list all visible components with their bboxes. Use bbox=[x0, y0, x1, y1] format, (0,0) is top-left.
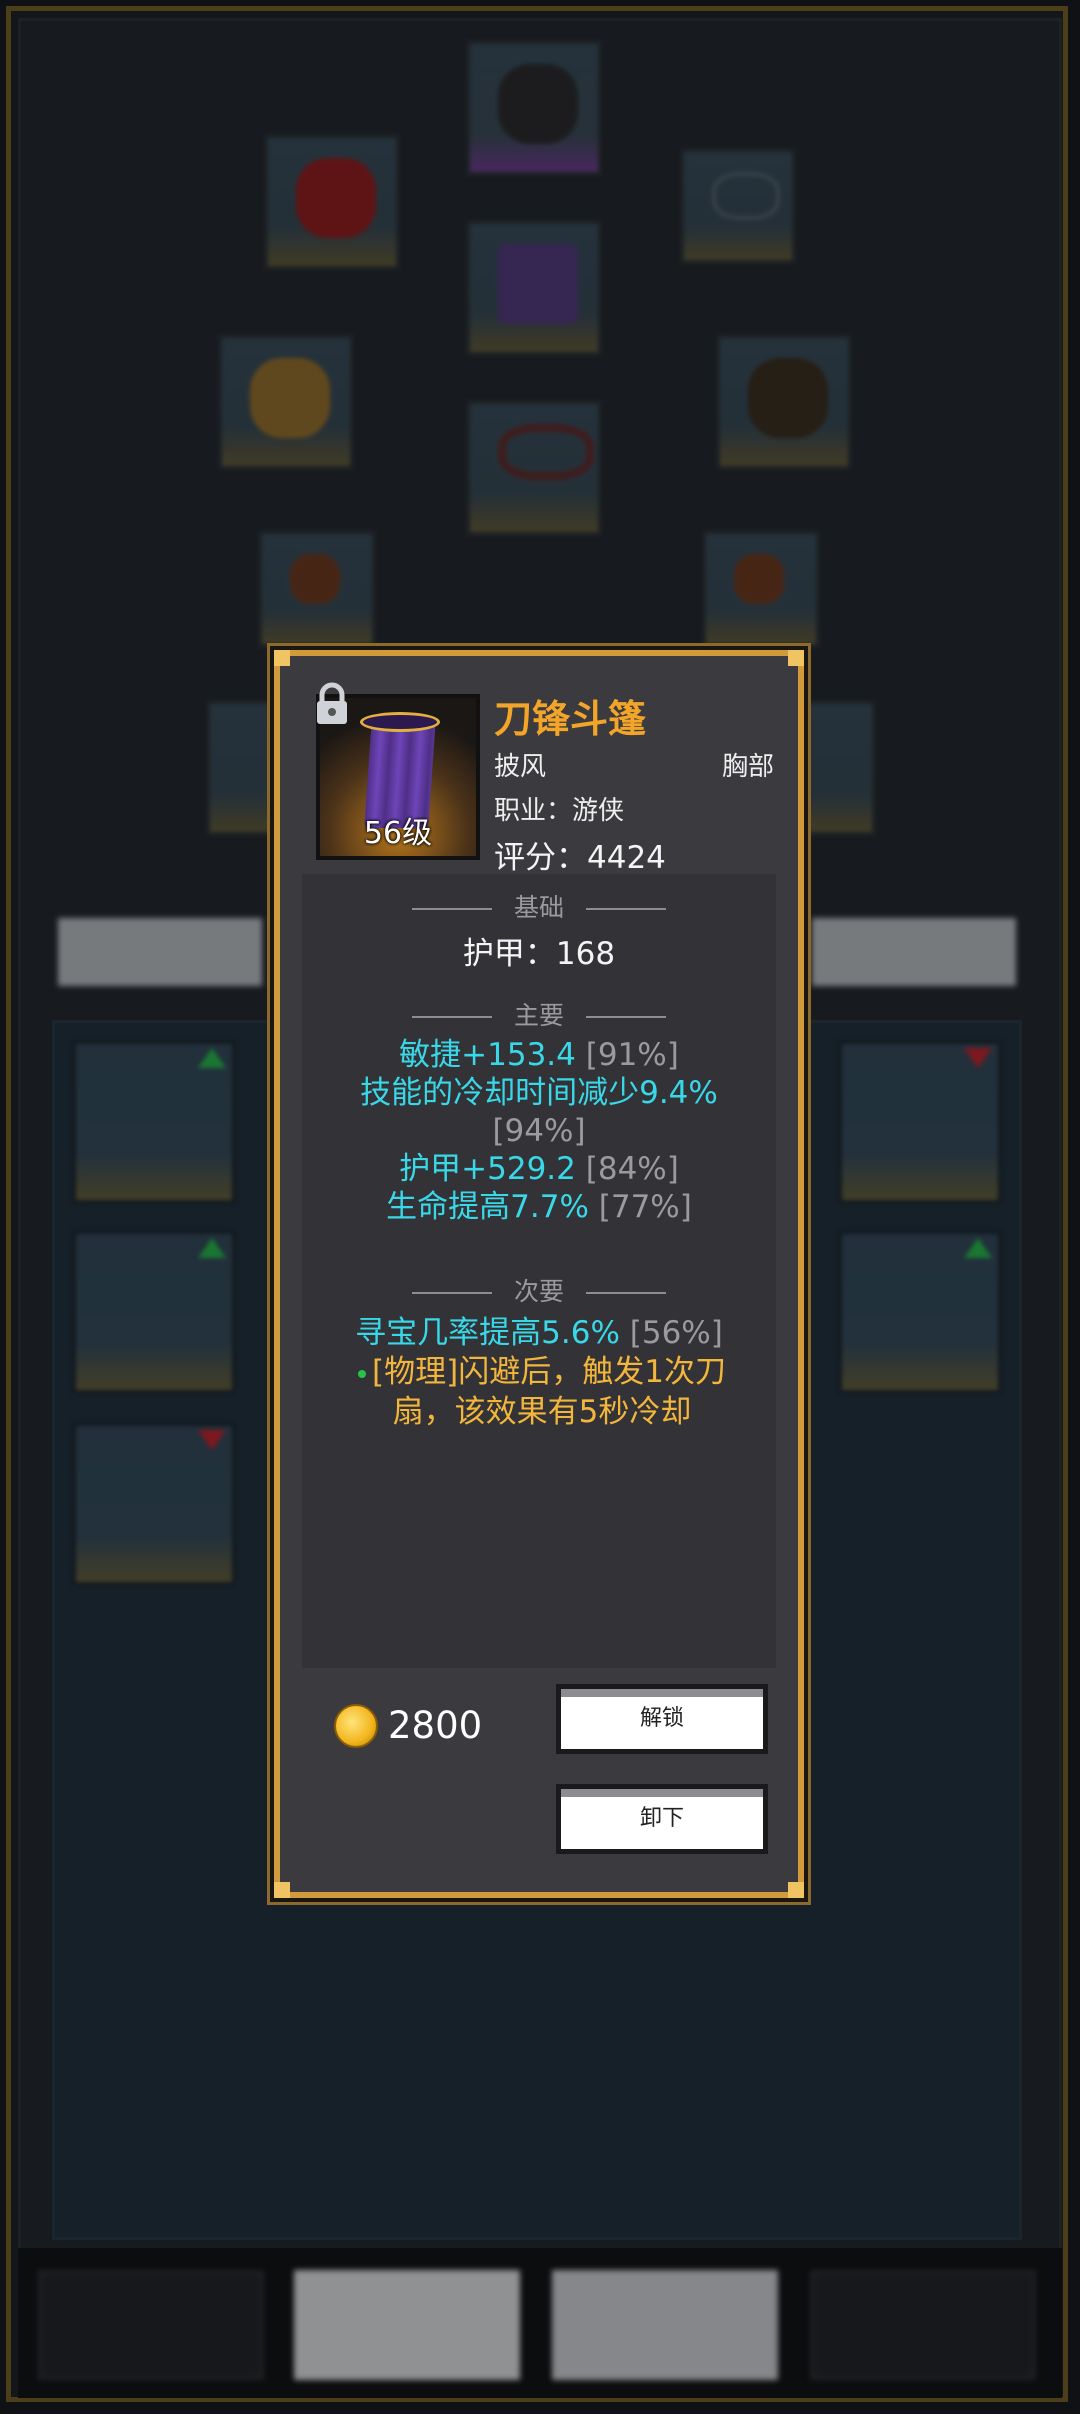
special-line: [物理]闪避后，触发1次刀 bbox=[372, 1354, 726, 1390]
special-line: 扇，该效果有5秒冷却 bbox=[392, 1394, 692, 1430]
stat-percent: [77%] bbox=[598, 1189, 692, 1225]
special-effect: 扇，该效果有5秒冷却 bbox=[322, 1392, 762, 1432]
stat-line: 敏捷+153.4 [91%] bbox=[302, 1036, 776, 1074]
stat-text: 敏捷+153.4 bbox=[399, 1037, 576, 1073]
item-type: 披风 bbox=[494, 752, 547, 782]
cape-collar bbox=[360, 712, 440, 732]
stat-text: 生命提高7.7% bbox=[386, 1189, 589, 1225]
section-header-primary: 主要 bbox=[302, 996, 776, 1032]
item-slot: 胸部 bbox=[721, 752, 774, 782]
divider-line bbox=[586, 908, 666, 910]
special-effect: [物理]闪避后，触发1次刀 bbox=[322, 1352, 762, 1392]
item-level: 56级 bbox=[363, 816, 433, 851]
item-class: 职业：游侠 bbox=[494, 796, 625, 826]
divider-line bbox=[411, 1016, 492, 1018]
lock-icon[interactable] bbox=[314, 682, 350, 726]
sell-price: 2800 bbox=[388, 1704, 483, 1747]
divider-line bbox=[411, 908, 492, 910]
item-name: 刀锋斗篷 bbox=[494, 697, 647, 741]
gold-coin-icon bbox=[334, 1704, 378, 1748]
stat-text: 技能的冷却时间减少9.4% bbox=[360, 1075, 718, 1111]
stats-box: 基础 护甲：168 主要 敏捷+153.4 [91%] 技能的冷却时间减少9.4… bbox=[302, 874, 776, 1668]
stat-percent: [94%] bbox=[492, 1113, 586, 1149]
corner-decoration bbox=[788, 1882, 804, 1898]
section-title: 次要 bbox=[513, 1277, 564, 1306]
stat-line: 技能的冷却时间减少9.4% bbox=[302, 1074, 776, 1112]
corner-decoration bbox=[274, 1882, 290, 1898]
unlock-button[interactable]: 解锁 bbox=[556, 1684, 768, 1754]
stat-line: [94%] bbox=[302, 1112, 776, 1150]
bullet-icon bbox=[358, 1369, 367, 1378]
divider-line bbox=[586, 1016, 666, 1018]
corner-decoration bbox=[788, 650, 804, 666]
section-title: 主要 bbox=[513, 1001, 564, 1030]
stat-line: 寻宝几率提高5.6% [56%] bbox=[302, 1314, 776, 1352]
unequip-button[interactable]: 卸下 bbox=[556, 1784, 768, 1854]
divider-line bbox=[586, 1292, 666, 1294]
section-header-base: 基础 bbox=[302, 888, 776, 924]
stat-percent: [84%] bbox=[585, 1151, 679, 1187]
item-score: 评分：4424 bbox=[494, 840, 666, 876]
section-title: 基础 bbox=[513, 893, 564, 922]
corner-decoration bbox=[274, 650, 290, 666]
item-tooltip: 56级 刀锋斗篷 披风 胸部 职业：游侠 评分：4424 基础 护甲：168 主… bbox=[274, 650, 804, 1898]
stat-percent: [91%] bbox=[585, 1037, 679, 1073]
stat-text: 寻宝几率提高5.6% bbox=[355, 1315, 620, 1351]
base-stat-armor: 护甲：168 bbox=[462, 936, 616, 972]
stat-text: 护甲+529.2 bbox=[399, 1151, 576, 1187]
divider-line bbox=[411, 1292, 492, 1294]
stat-line: 护甲+529.2 [84%] bbox=[302, 1150, 776, 1188]
stat-line: 生命提高7.7% [77%] bbox=[302, 1188, 776, 1226]
stat-percent: [56%] bbox=[629, 1315, 723, 1351]
section-header-secondary: 次要 bbox=[302, 1272, 776, 1308]
